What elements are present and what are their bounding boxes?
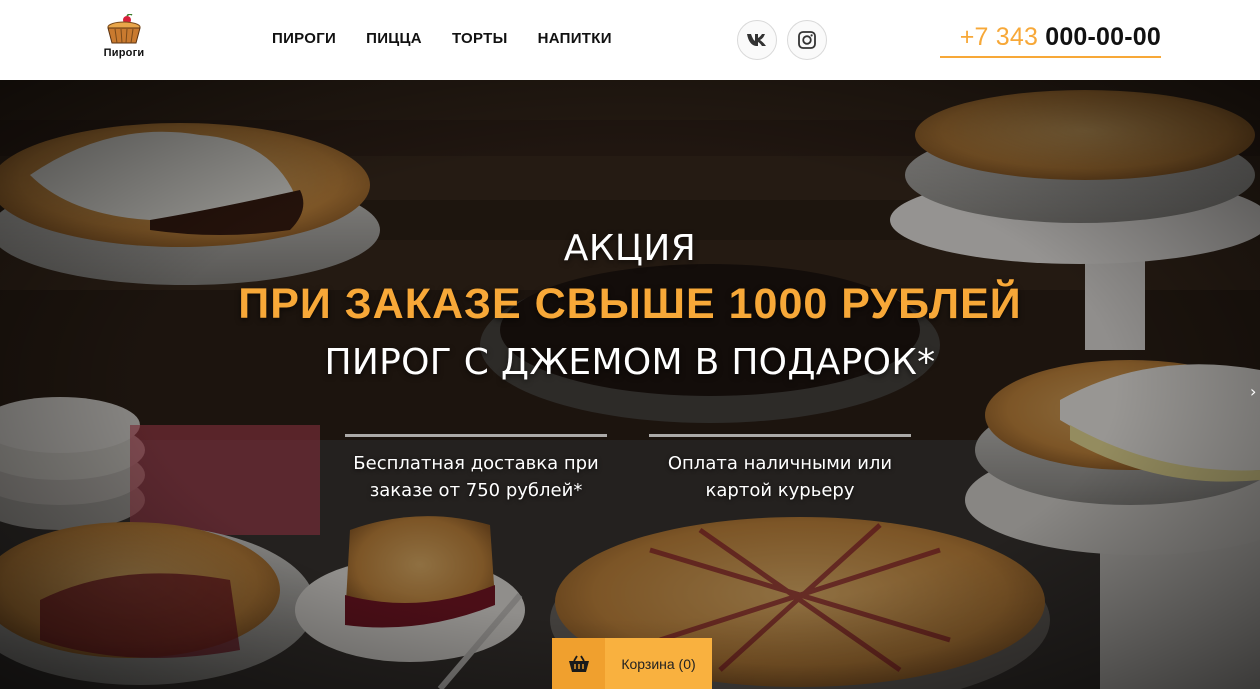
pie-logo-icon	[107, 14, 141, 44]
feature-payment: Оплата наличными или картой курьеру	[649, 434, 911, 504]
nav-item-cakes[interactable]: ТОРТЫ	[452, 30, 508, 47]
promo-subtitle: ПИРОГ С ДЖЕМОМ В ПОДАРОК*	[324, 342, 936, 383]
feature-delivery-line2: заказе от 750 рублей*	[369, 480, 583, 501]
nav-item-pizza[interactable]: ПИЦЦА	[366, 30, 422, 47]
nav-item-pies[interactable]: ПИРОГИ	[272, 30, 336, 47]
vk-button[interactable]	[737, 20, 777, 60]
feature-delivery-line1: Бесплатная доставка при	[353, 453, 599, 474]
basket-icon	[568, 655, 589, 672]
site-header: Пироги ПИРОГИ ПИЦЦА ТОРТЫ НАПИТКИ +7 343…	[0, 0, 1260, 80]
cart-button[interactable]: Корзина (0)	[552, 638, 712, 689]
feature-payment-line1: Оплата наличными или	[667, 453, 893, 474]
main-nav: ПИРОГИ ПИЦЦА ТОРТЫ НАПИТКИ	[272, 30, 642, 47]
feature-delivery: Бесплатная доставка при заказе от 750 ру…	[345, 434, 607, 504]
instagram-button[interactable]	[787, 20, 827, 60]
instagram-icon	[798, 31, 816, 49]
cart-label: Корзина (0)	[605, 638, 712, 689]
hero-banner: АКЦИЯ ПРИ ЗАКАЗЕ СВЫШЕ 1000 РУБЛЕЙ ПИРОГ…	[0, 80, 1260, 689]
phone-code: +7 343	[959, 23, 1039, 51]
nav-item-drinks[interactable]: НАПИТКИ	[538, 30, 612, 47]
vk-icon	[747, 34, 766, 46]
promo-highlight: ПРИ ЗАКАЗЕ СВЫШЕ 1000 РУБЛЕЙ	[238, 280, 1022, 328]
cart-icon-box	[552, 638, 605, 689]
promo-title: АКЦИЯ	[563, 228, 697, 269]
logo[interactable]: Пироги	[100, 14, 148, 68]
phone-digits: 000-00-00	[1045, 23, 1161, 51]
slider-next-arrow[interactable]: ›	[1250, 382, 1256, 401]
phone-number[interactable]: +7 343 000-00-00	[940, 20, 1161, 58]
feature-payment-line2: картой курьеру	[705, 480, 855, 501]
hero-background-image	[0, 80, 1260, 689]
logo-text: Пироги	[103, 47, 145, 59]
